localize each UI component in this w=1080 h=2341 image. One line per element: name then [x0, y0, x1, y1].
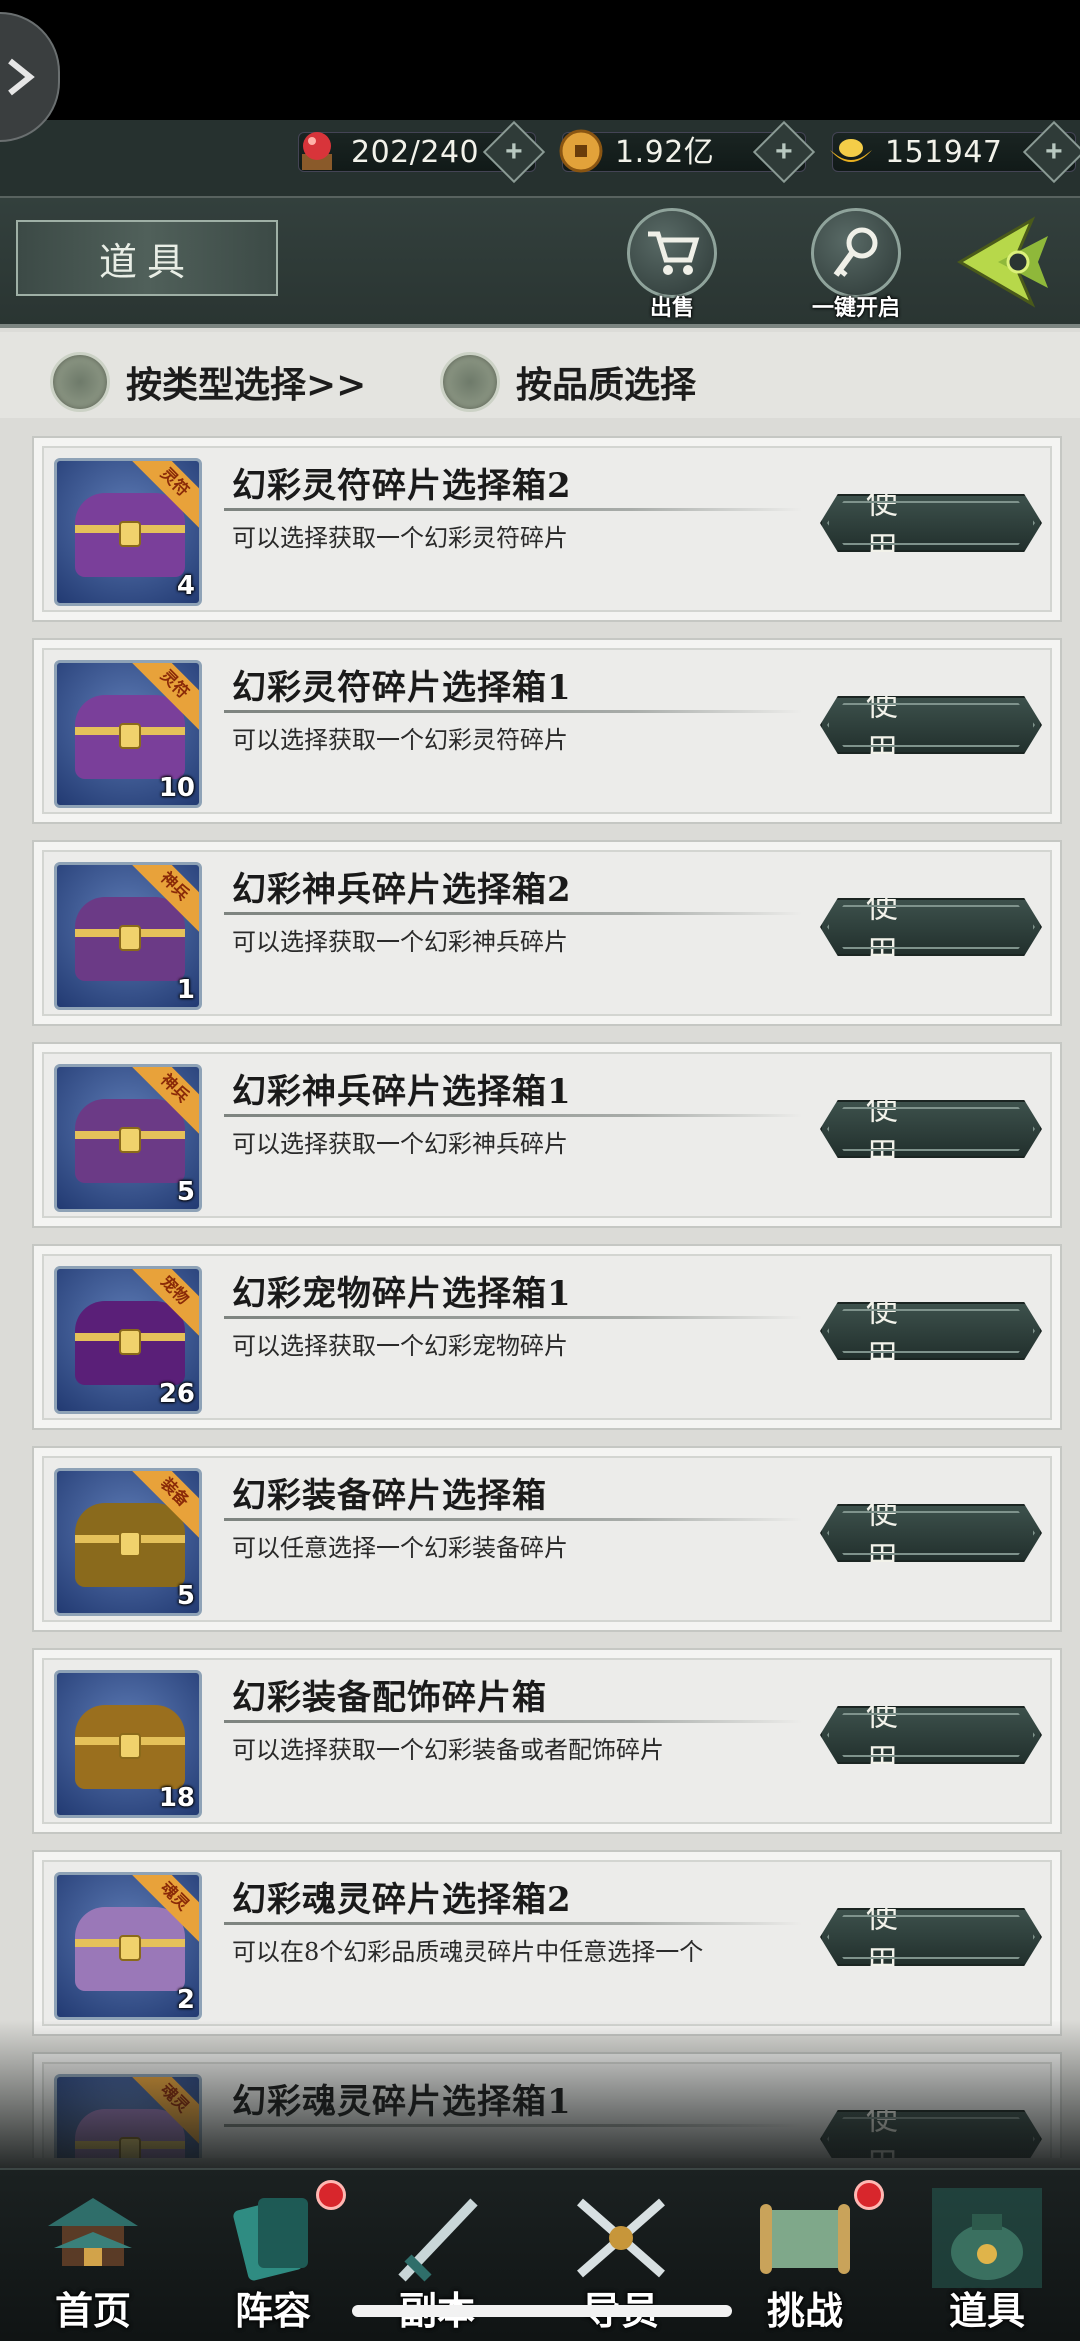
book-icon — [233, 2198, 308, 2281]
filter-row: 按类型选择>> 按品质选择 — [0, 332, 1080, 418]
list-item: 灵符 4 幻彩灵符碎片选择箱2 可以选择获取一个幻彩灵符碎片 使 用 — [32, 436, 1062, 622]
gold-ingot-icon — [830, 139, 872, 162]
list-item: 神兵 5 幻彩神兵碎片选择箱1 可以选择获取一个幻彩神兵碎片 使 用 — [32, 1042, 1062, 1228]
add-stamina-button[interactable]: + — [482, 120, 546, 184]
open-all-label: 一键开启 — [811, 295, 900, 320]
item-count: 5 — [176, 1177, 195, 1207]
item-icon[interactable]: 神兵 1 — [54, 862, 202, 1010]
item-name: 幻彩魂灵碎片选择箱1 — [232, 2082, 572, 2122]
use-button[interactable]: 使 用 — [820, 1100, 1042, 1158]
menu-emblem-icon[interactable] — [952, 212, 1072, 312]
filter-quality-radio[interactable] — [440, 352, 500, 412]
list-item: 装备 5 幻彩装备碎片选择箱 可以任意选择一个幻彩装备碎片 使 用 — [32, 1446, 1062, 1632]
item-icon[interactable]: 灵符 10 — [54, 660, 202, 808]
page-header: 道具 出售 一键开启 — [0, 198, 1080, 328]
treasure-bag-icon — [932, 2188, 1042, 2288]
list-item: 神兵 1 幻彩神兵碎片选择箱2 可以选择获取一个幻彩神兵碎片 使 用 — [32, 840, 1062, 1026]
use-button[interactable]: 使 用 — [820, 1504, 1042, 1562]
item-description: 可以选择获取一个幻彩灵符碎片 — [232, 524, 568, 552]
item-icon[interactable]: 18 — [54, 1670, 202, 1818]
item-count: 2 — [176, 1985, 195, 2015]
item-description: 可以选择获取一个幻彩装备或者配饰碎片 — [232, 1736, 664, 1764]
list-item: 魂灵 幻彩魂灵碎片选择箱1 使 用 — [32, 2052, 1062, 2158]
item-description: 可以选择获取一个幻彩神兵碎片 — [232, 1130, 568, 1158]
filter-type-label: 按类型选择>> — [126, 364, 367, 406]
item-description: 可以选择获取一个幻彩神兵碎片 — [232, 928, 568, 956]
nav-items[interactable]: 道具 — [912, 2170, 1062, 2341]
item-icon[interactable]: 宠物 26 — [54, 1266, 202, 1414]
item-list[interactable]: 灵符 4 幻彩灵符碎片选择箱2 可以选择获取一个幻彩灵符碎片 使 用 灵符 10… — [0, 418, 1080, 2158]
nav-items-label: 道具 — [948, 2288, 1025, 2333]
coin-counter: 1.92亿 + — [559, 120, 816, 184]
use-button[interactable]: 使 用 — [820, 2110, 1042, 2158]
item-icon[interactable]: 神兵 5 — [54, 1064, 202, 1212]
stamina-counter: 202/240 + — [298, 120, 546, 184]
item-description: 可以在8个幻彩品质魂灵碎片中任意选择一个 — [232, 1938, 704, 1966]
item-name: 幻彩魂灵碎片选择箱2 — [232, 1880, 572, 1920]
add-coin-button[interactable]: + — [752, 120, 816, 184]
use-button[interactable]: 使 用 — [820, 1706, 1042, 1764]
nav-challenge[interactable]: 挑战 — [730, 2170, 884, 2341]
item-description: 可以选择获取一个幻彩灵符碎片 — [232, 726, 568, 754]
item-name: 幻彩神兵碎片选择箱1 — [232, 1072, 572, 1112]
item-count: 5 — [176, 1581, 195, 1611]
item-count: 1 — [176, 975, 195, 1005]
item-name: 幻彩灵符碎片选择箱2 — [232, 466, 572, 506]
item-name: 幻彩灵符碎片选择箱1 — [232, 668, 572, 708]
sword-icon — [398, 2198, 478, 2282]
filter-type-radio[interactable] — [50, 352, 110, 412]
nav-home[interactable]: 首页 — [18, 2170, 168, 2341]
item-count: 26 — [158, 1379, 195, 1409]
add-ingot-button[interactable]: + — [1022, 120, 1080, 184]
coin-icon — [559, 129, 603, 173]
item-count: 18 — [158, 1783, 195, 1813]
item-icon[interactable]: 灵符 4 — [54, 458, 202, 606]
use-button[interactable]: 使 用 — [820, 1908, 1042, 1966]
item-name: 幻彩神兵碎片选择箱2 — [232, 870, 572, 910]
use-button[interactable]: 使 用 — [820, 1302, 1042, 1360]
filter-by-type[interactable]: 按类型选择>> — [50, 352, 366, 412]
use-button[interactable]: 使 用 — [820, 898, 1042, 956]
item-description: 可以任意选择一个幻彩装备碎片 — [232, 1534, 568, 1562]
cart-icon — [648, 231, 700, 275]
key-icon — [833, 227, 878, 277]
item-count: 4 — [176, 571, 195, 601]
item-description: 可以选择获取一个幻彩宠物碎片 — [232, 1332, 568, 1360]
sell-button[interactable]: 出售 — [622, 208, 722, 320]
item-icon[interactable]: 魂灵 — [54, 2074, 202, 2158]
home-indicator — [352, 2305, 732, 2317]
currency-bar: 202/240 + 1.92亿 + 151947 + — [0, 120, 1080, 198]
item-icon[interactable]: 魂灵 2 — [54, 1872, 202, 2020]
filter-quality-label: 按品质选择 — [516, 364, 697, 406]
nav-challenge-label: 挑战 — [766, 2288, 843, 2333]
pagoda-icon — [48, 2198, 138, 2266]
list-item: 灵符 10 幻彩灵符碎片选择箱1 可以选择获取一个幻彩灵符碎片 使 用 — [32, 638, 1062, 824]
chevron-right-icon — [8, 58, 35, 96]
item-name: 幻彩宠物碎片选择箱1 — [232, 1274, 572, 1314]
stamina-orb-icon — [302, 132, 332, 170]
item-icon[interactable]: 装备 5 — [54, 1468, 202, 1616]
scroll-map-icon — [760, 2204, 850, 2274]
open-all-button[interactable]: 一键开启 — [806, 208, 906, 320]
filter-by-quality[interactable]: 按品质选择 — [440, 352, 696, 412]
ingot-counter: 151947 + — [830, 120, 1080, 184]
nav-lineup-badge — [316, 2180, 346, 2210]
nav-challenge-badge — [854, 2180, 884, 2210]
status-strip — [0, 0, 1080, 120]
item-count: 10 — [158, 773, 195, 803]
sell-label: 出售 — [649, 295, 694, 320]
use-button[interactable]: 使 用 — [820, 696, 1042, 754]
nav-lineup-label: 阵容 — [234, 2288, 311, 2333]
use-button[interactable]: 使 用 — [820, 494, 1042, 552]
nav-home-label: 首页 — [54, 2288, 131, 2333]
list-item: 宠物 26 幻彩宠物碎片选择箱1 可以选择获取一个幻彩宠物碎片 使 用 — [32, 1244, 1062, 1430]
list-item: 魂灵 2 幻彩魂灵碎片选择箱2 可以在8个幻彩品质魂灵碎片中任意选择一个 使 用 — [32, 1850, 1062, 2036]
item-name: 幻彩装备碎片选择箱 — [232, 1476, 547, 1516]
nav-lineup[interactable]: 阵容 — [198, 2170, 348, 2341]
page-title: 道具 — [16, 220, 278, 296]
item-name: 幻彩装备配饰碎片箱 — [232, 1678, 547, 1718]
list-item: 18 幻彩装备配饰碎片箱 可以选择获取一个幻彩装备或者配饰碎片 使 用 — [32, 1648, 1062, 1834]
crossed-swords-icon — [577, 2198, 665, 2278]
